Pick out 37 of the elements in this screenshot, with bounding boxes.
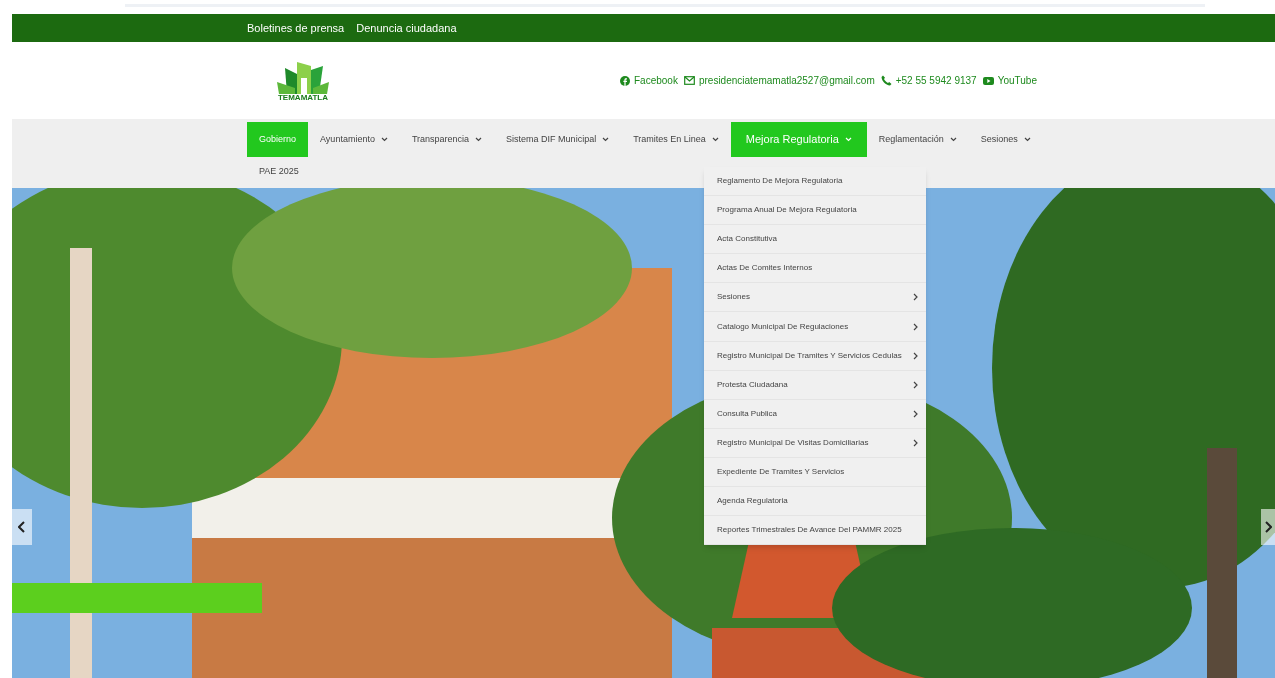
dropdown-item[interactable]: Sesiones xyxy=(704,283,926,313)
chevron-left-icon xyxy=(18,521,26,533)
logo[interactable]: TEMAMATLA xyxy=(268,59,338,102)
nav-item[interactable]: Transparencia xyxy=(399,122,495,157)
top-link[interactable]: Denuncia ciudadana xyxy=(356,19,457,37)
phone-link[interactable]: +52 55 5942 9137 xyxy=(880,73,977,88)
dropdown-item[interactable]: Consulta Publica xyxy=(704,399,926,429)
envelope-icon xyxy=(683,76,695,85)
logo-text: TEMAMATLA xyxy=(277,93,329,102)
chevron-right-icon xyxy=(1264,521,1272,533)
nav-item[interactable]: Tramites En Linea xyxy=(621,122,731,157)
email-link[interactable]: presidenciatemamatla2527@gmail.com xyxy=(683,73,875,88)
nav-item[interactable]: Ayuntamiento xyxy=(308,122,400,157)
dropdown-item[interactable]: Acta Constitutiva xyxy=(704,225,926,255)
nav-item[interactable]: Reglamentación xyxy=(866,122,969,157)
dropdown-item[interactable]: Registro Municipal De Tramites Y Servicios Cedulas xyxy=(704,341,926,371)
previous-slide-button[interactable] xyxy=(12,509,32,545)
video-icon xyxy=(982,76,994,85)
dropdown-item[interactable]: Expediente De Tramites Y Servicios xyxy=(704,457,926,488)
logo-icon xyxy=(275,59,331,94)
dropdown-item[interactable]: Protesta Ciudadana xyxy=(704,370,926,400)
top-link[interactable]: Boletines de prensa xyxy=(247,19,345,37)
nav-item[interactable]: PAE 2025 xyxy=(247,165,311,179)
facebook-icon xyxy=(620,75,630,86)
phone-icon xyxy=(880,75,892,86)
nav-item[interactable]: Sistema DIF Municipal xyxy=(494,122,622,157)
dropdown-item[interactable]: Actas De Comites Internos xyxy=(704,254,926,284)
dropdown-item[interactable]: Programa Anual De Mejora Regulatoria xyxy=(704,196,926,226)
dropdown-item[interactable]: Registro Municipal De Visitas Domiciliarias xyxy=(704,428,926,458)
next-slide-button[interactable] xyxy=(1261,509,1275,545)
dropdown-item[interactable]: Reportes Trimestrales De Avance Del PAMMR 2025 xyxy=(704,516,926,546)
youtube-link[interactable]: YouTube xyxy=(982,73,1037,88)
dropdown-item[interactable]: Catalogo Municipal De Regulaciones xyxy=(704,312,926,342)
facebook-link[interactable]: Facebook xyxy=(620,73,678,88)
nav-item[interactable]: Sesiones xyxy=(968,122,1043,157)
dropdown-item[interactable]: Agenda Regulatoria xyxy=(704,487,926,517)
dropdown-item[interactable]: Reglamento De Mejora Regulatoria xyxy=(704,167,926,197)
